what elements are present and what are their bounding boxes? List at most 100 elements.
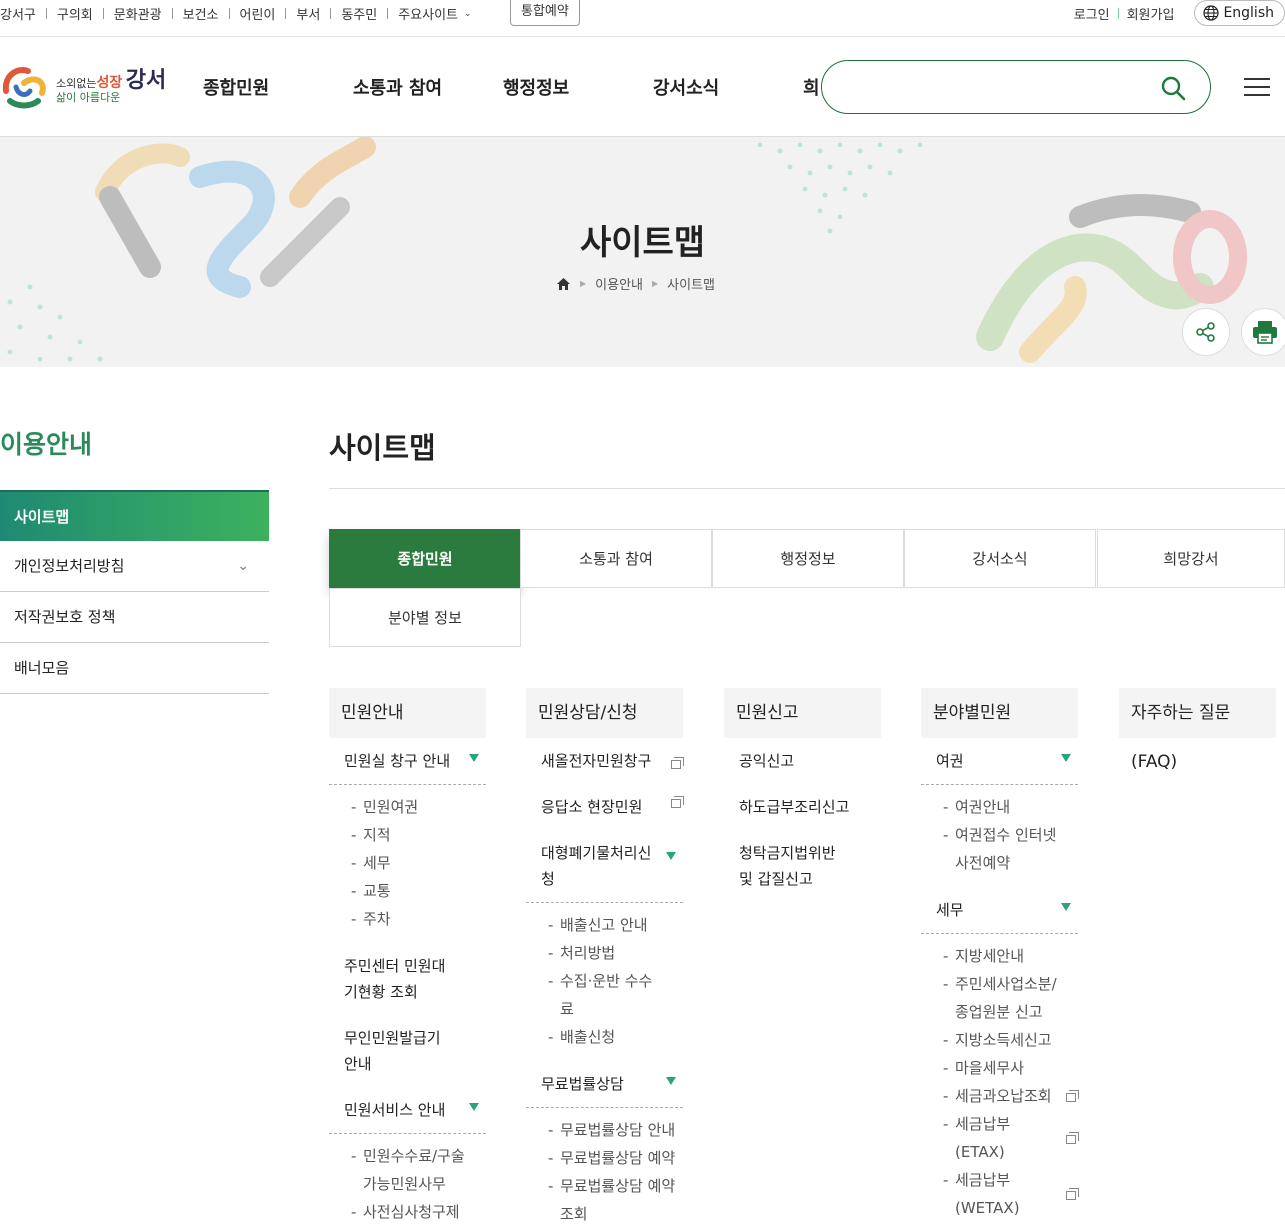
- all-menu-icon[interactable]: [1244, 78, 1270, 102]
- submenu-item[interactable]: 마을세무사: [943, 1054, 1078, 1082]
- submenu-item[interactable]: 무료법률상담 예약: [548, 1144, 683, 1172]
- submenu-item[interactable]: 주민세사업소분/종업원분 신고: [943, 970, 1078, 1026]
- global-nav: 종합민원 소통과 참여 행정정보 강서소식 희: [203, 74, 820, 100]
- submenu-item[interactable]: 사전심사청구제: [351, 1198, 486, 1226]
- menu-toggle-legal-consult[interactable]: 무료법률상담: [526, 1061, 683, 1108]
- lnb-item-banners[interactable]: 배너모음: [0, 643, 269, 694]
- gnb-item-participation[interactable]: 소통과 참여: [353, 74, 503, 100]
- submenu-item-external[interactable]: 세금납부(ETAX): [943, 1110, 1079, 1166]
- menu-toggle-passport[interactable]: 여권: [921, 738, 1078, 785]
- util-link-health[interactable]: 보건소: [183, 4, 219, 23]
- english-button[interactable]: English: [1194, 0, 1285, 26]
- breadcrumb: ▶ 이용안내 ▶ 사이트맵: [556, 274, 715, 293]
- sitemap-column-civil-guide: 민원안내 민원실 창구 안내 민원여권 지적 세무 교통 주차 주민센터 민원대…: [329, 688, 486, 1227]
- lnb-item-sitemap[interactable]: 사이트맵: [0, 490, 269, 541]
- logo-text: 소외없는성장 강서 삶이 아름다운: [56, 66, 167, 104]
- submenu-item[interactable]: 처리방법: [548, 939, 683, 967]
- menu-toggle-bulky-waste[interactable]: 대형폐기물처리신청: [526, 830, 683, 903]
- breadcrumb-item-sitemap[interactable]: 사이트맵: [667, 274, 715, 293]
- family-site-links: 강서구 구의회 문화관광 보건소 어린이 부서 동주민 주요사이트 ⌄: [0, 4, 472, 23]
- submenu-item[interactable]: 여권안내: [943, 793, 1078, 821]
- submenu-list: 무료법률상담 안내 무료법률상담 예약 무료법률상담 예약조회: [526, 1108, 683, 1227]
- tab-news[interactable]: 강서소식: [904, 529, 1096, 588]
- submenu-item[interactable]: 지방세안내: [943, 942, 1078, 970]
- content-title: 사이트맵: [329, 431, 436, 465]
- logo-emblem-icon: [2, 67, 46, 109]
- submenu-item[interactable]: 민원여권: [351, 793, 486, 821]
- menu-link[interactable]: 공익신고: [724, 738, 881, 784]
- menu-link[interactable]: 청탁금지법위반 및 갑질신고: [724, 830, 881, 902]
- util-link-dong[interactable]: 동주민: [341, 4, 377, 23]
- submenu-item-external[interactable]: 세금과오납조회: [943, 1082, 1079, 1110]
- submenu-item[interactable]: 배출신청: [548, 1023, 683, 1051]
- tab-participation[interactable]: 소통과 참여: [520, 529, 712, 588]
- lnb-item-privacy[interactable]: 개인정보처리방침 ⌄: [0, 541, 269, 592]
- new-window-icon: [671, 796, 684, 808]
- caret-down-icon: [469, 1103, 479, 1111]
- search-icon[interactable]: [1160, 75, 1186, 101]
- search-input[interactable]: [821, 60, 1211, 114]
- menu-toggle-service-guide[interactable]: 민원서비스 안내: [329, 1087, 486, 1134]
- join-link[interactable]: 회원가입: [1127, 4, 1175, 23]
- new-window-icon: [1066, 1188, 1079, 1200]
- column-heading: 민원상담/신청: [526, 688, 683, 738]
- menu-link[interactable]: 주민센터 민원대기현황 조회: [329, 943, 486, 1015]
- sitemap-column-faq: 자주하는 질문 (FAQ): [1119, 688, 1276, 786]
- menu-toggle-window-guide[interactable]: 민원실 창구 안내: [329, 738, 486, 785]
- caret-down-icon: [1061, 903, 1071, 911]
- tab-admin[interactable]: 행정정보: [712, 529, 904, 588]
- column-heading: 민원안내: [329, 688, 486, 738]
- share-button[interactable]: [1182, 308, 1230, 356]
- globe-icon: [1203, 5, 1220, 21]
- submenu-list: 여권안내 여권접수 인터넷 사전예약: [921, 785, 1078, 887]
- gnb-item-civil[interactable]: 종합민원: [203, 74, 353, 100]
- submenu-item[interactable]: 수집·운반 수수료: [548, 967, 683, 1023]
- lnb-title: 이용안내: [0, 430, 93, 459]
- header: 소외없는성장 강서 삶이 아름다운 종합민원 소통과 참여 행정정보 강서소식 …: [0, 37, 1285, 137]
- util-link-kids[interactable]: 어린이: [240, 4, 276, 23]
- title-divider: [329, 488, 1285, 489]
- gnb-item-news[interactable]: 강서소식: [653, 74, 803, 100]
- util-link-dept[interactable]: 부서: [296, 4, 320, 23]
- login-link[interactable]: 로그인: [1074, 4, 1110, 23]
- submenu-item[interactable]: 세무: [351, 849, 486, 877]
- print-button[interactable]: [1241, 308, 1285, 356]
- sitemap-column-field-civil: 분야별민원 여권 여권안내 여권접수 인터넷 사전예약 세무 지방세안내 주민세…: [921, 688, 1079, 1227]
- util-link-culture[interactable]: 문화관광: [114, 4, 162, 23]
- gnb-item-hope[interactable]: 희: [803, 74, 820, 100]
- util-link-gangseo[interactable]: 강서구: [0, 4, 36, 23]
- menu-link[interactable]: 무인민원발급기 안내: [329, 1015, 486, 1087]
- tab-civil[interactable]: 종합민원: [329, 529, 521, 588]
- submenu-item[interactable]: 주차: [351, 905, 486, 933]
- util-link-major-sites[interactable]: 주요사이트 ⌄: [398, 4, 471, 23]
- util-link-council[interactable]: 구의회: [57, 4, 93, 23]
- share-icon: [1196, 322, 1215, 342]
- submenu-item[interactable]: 무료법률상담 예약조회: [548, 1172, 683, 1227]
- column-heading: 자주하는 질문: [1119, 688, 1276, 738]
- caret-down-icon: [1061, 754, 1071, 762]
- menu-link-external[interactable]: 응답소 현장민원: [526, 784, 684, 830]
- menu-link[interactable]: 하도급부조리신고: [724, 784, 881, 830]
- tab-hope[interactable]: 희망강서: [1097, 529, 1285, 588]
- menu-toggle-tax[interactable]: 세무: [921, 887, 1078, 934]
- print-icon: [1253, 321, 1277, 344]
- integrated-reservation-button[interactable]: 통합예약: [510, 0, 580, 26]
- tab-field-info[interactable]: 분야별 정보: [329, 588, 521, 647]
- lnb-item-copyright[interactable]: 저작권보호 정책: [0, 592, 269, 643]
- submenu-item[interactable]: 배출신고 안내: [548, 911, 683, 939]
- submenu-item[interactable]: 민원수수료/구술가능민원사무: [351, 1142, 486, 1198]
- sitemap-column-consult: 민원상담/신청 새올전자민원창구 응답소 현장민원 대형폐기물처리신청 배출신고…: [526, 688, 684, 1227]
- breadcrumb-item-guide[interactable]: 이용안내: [595, 274, 643, 293]
- submenu-item[interactable]: 교통: [351, 877, 486, 905]
- submenu-item[interactable]: 여권접수 인터넷 사전예약: [943, 821, 1078, 877]
- gangseo-logo[interactable]: 소외없는성장 강서 삶이 아름다운: [0, 61, 166, 111]
- menu-link-faq[interactable]: (FAQ): [1119, 738, 1276, 786]
- submenu-item-external[interactable]: 세금납부(WETAX): [943, 1166, 1079, 1222]
- local-nav: 사이트맵 개인정보처리방침 ⌄ 저작권보호 정책 배너모음: [0, 490, 269, 694]
- submenu-item[interactable]: 지방소득세신고: [943, 1026, 1078, 1054]
- menu-link-external[interactable]: 새올전자민원창구: [526, 738, 684, 784]
- submenu-item[interactable]: 무료법률상담 안내: [548, 1116, 683, 1144]
- home-icon[interactable]: [556, 277, 571, 291]
- gnb-item-admin[interactable]: 행정정보: [503, 74, 653, 100]
- submenu-item[interactable]: 지적: [351, 821, 486, 849]
